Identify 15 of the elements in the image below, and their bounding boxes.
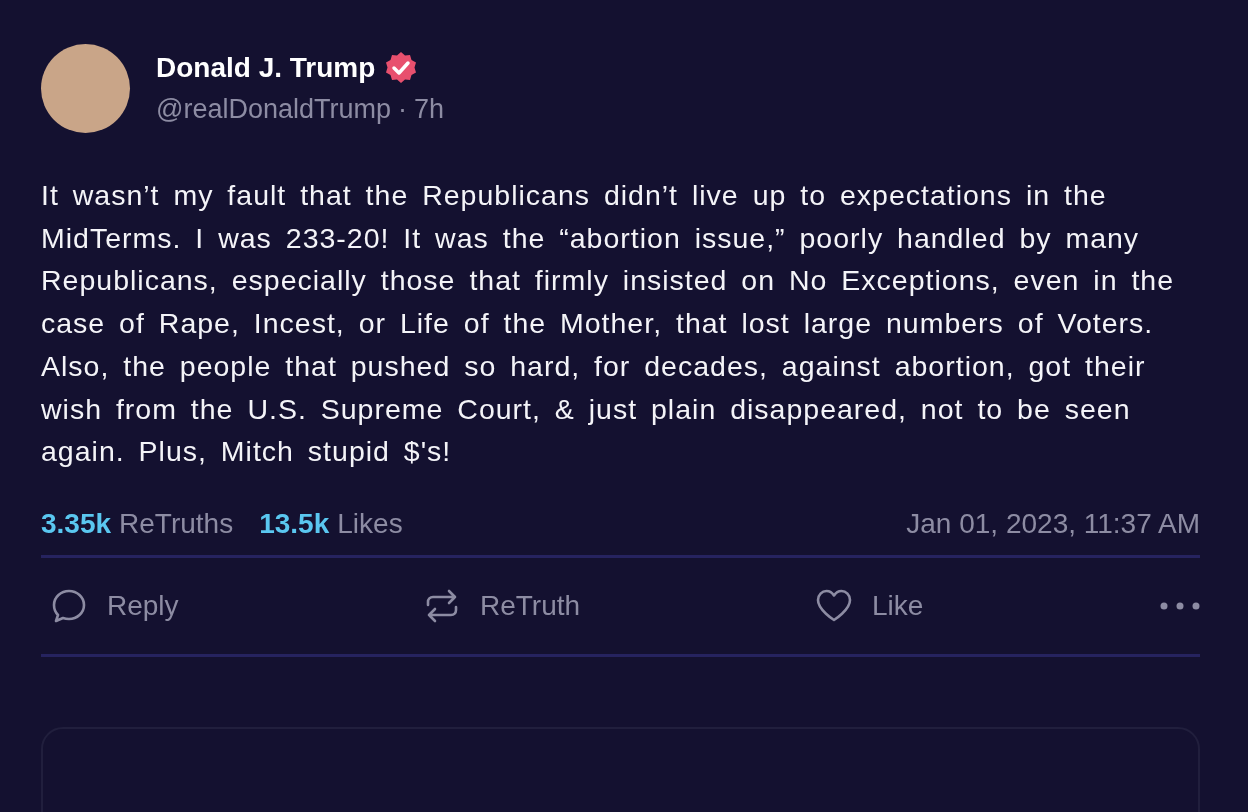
separator-dot: ·: [398, 94, 407, 125]
more-dots-icon: [1160, 601, 1200, 610]
stat-count[interactable]: 3.35k: [41, 507, 112, 540]
stat-label[interactable]: Likes: [337, 507, 403, 540]
retruth-button[interactable]: ReTruth: [414, 585, 581, 626]
post-timestamp: Jan 01, 2023, 11:37 AM: [906, 507, 1200, 540]
like-button[interactable]: Like: [806, 585, 924, 626]
post-text: It wasn’t my fault that the Republicans didn’t live up to expectations in the MidTerms. I was 233-20! It was the “abortion issue,” poorly handled by many Republicans, especially those that firmly insisted on No Exceptions, even in the case of Rape, Incest, or Life of the Mother, that lost large numbers of Voters. Also, the people that pushed so hard, for decades, against abortion, got their wish from the U.S. Supreme Court, & just plain disappeared, not to be seen again. Plus, Mitch stupid $'s!: [41, 178, 1176, 470]
more-button[interactable]: [1160, 601, 1200, 610]
post-time[interactable]: 7h: [414, 94, 445, 125]
stat-label[interactable]: ReTruths: [119, 507, 234, 540]
author-name[interactable]: Donald J. Trump: [156, 52, 376, 84]
stat-count[interactable]: 13.5k: [259, 507, 330, 540]
reply-button[interactable]: Reply: [41, 585, 179, 626]
author-handle[interactable]: @realDonaldTrump: [156, 94, 391, 125]
